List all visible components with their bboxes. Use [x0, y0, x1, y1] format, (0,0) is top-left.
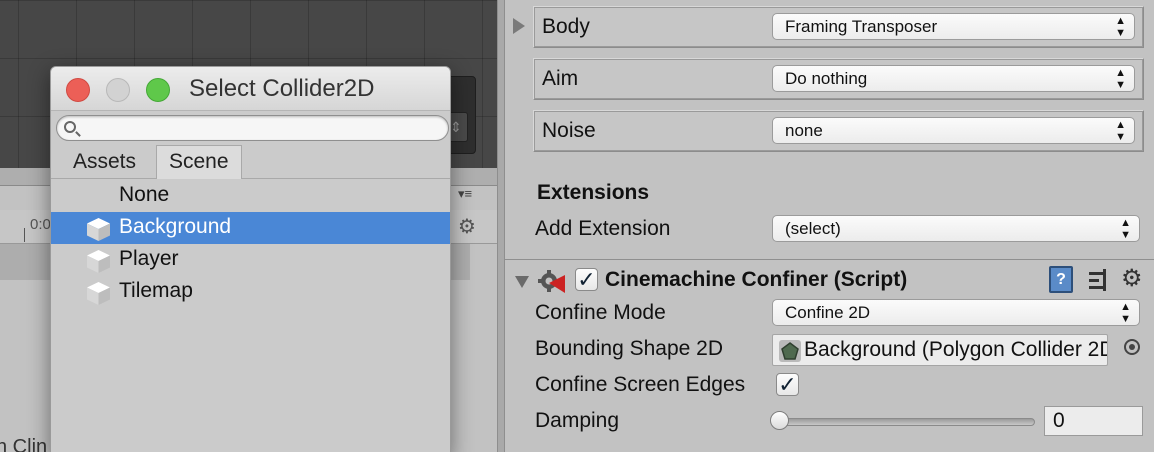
list-item-background[interactable]: Background — [51, 212, 450, 244]
script-component-icon — [538, 270, 565, 293]
dropdown-value: Confine 2D — [785, 303, 871, 322]
list-item-none[interactable]: None — [51, 180, 450, 212]
dropdown-arrows-icon: ▲ ▼ — [1115, 15, 1126, 39]
list-item-label: Player — [119, 247, 179, 270]
pipeline-row-aim: Aim Do nothing ▲ ▼ — [533, 58, 1144, 100]
pipeline-label: Aim — [542, 67, 579, 90]
tab-divider — [51, 178, 450, 179]
aim-dropdown[interactable]: Do nothing ▲ ▼ — [772, 65, 1135, 92]
body-dropdown[interactable]: Framing Transposer ▲ ▼ — [772, 13, 1135, 40]
component-title: Cinemachine Confiner (Script) — [605, 268, 908, 291]
dropdown-arrows-icon: ▲ ▼ — [1120, 217, 1131, 241]
zoom-button[interactable] — [146, 78, 170, 102]
close-button[interactable] — [66, 78, 90, 102]
dropdown-arrows-icon: ▲ ▼ — [1120, 301, 1131, 325]
panel-menu-icon[interactable]: ▾≡ — [458, 186, 472, 202]
select-collider-window: Select Collider2D Assets Scene None Back… — [50, 66, 451, 452]
inspector-panel: Body Framing Transposer ▲ ▼ Aim Do nothin… — [505, 0, 1154, 452]
confine-screen-edges-checkbox[interactable]: ✓ — [776, 373, 799, 396]
help-icon[interactable]: ? — [1049, 266, 1073, 293]
minimize-button[interactable] — [106, 78, 130, 102]
object-picker-icon[interactable] — [1124, 339, 1140, 355]
tab-scene[interactable]: Scene — [156, 145, 242, 179]
preset-settings-icon[interactable] — [1087, 268, 1109, 292]
search-icon — [64, 121, 76, 133]
dropdown-arrows-icon: ▲ ▼ — [1115, 67, 1126, 91]
cube-icon — [87, 218, 110, 241]
dropdown-value: (select) — [785, 219, 841, 238]
list-item-label: None — [119, 183, 170, 206]
damping-slider-track[interactable] — [778, 418, 1035, 426]
dropdown-arrows-icon: ▲ ▼ — [1115, 119, 1126, 143]
dropdown-value: Framing Transposer — [785, 17, 938, 36]
extensions-header: Extensions — [537, 181, 650, 204]
timeline-clip-label: n Clin — [0, 436, 48, 452]
pipeline-label: Body — [542, 15, 590, 38]
ruler-tick — [24, 228, 25, 242]
confine-mode-label: Confine Mode — [535, 301, 666, 324]
polygon-collider-icon — [779, 340, 801, 362]
timeline-gear-icon[interactable]: ⚙ — [458, 214, 476, 239]
component-enabled-checkbox[interactable]: ✓ — [575, 268, 598, 291]
dropdown-value: Do nothing — [785, 69, 868, 88]
cube-icon — [87, 250, 110, 273]
search-input[interactable] — [56, 115, 449, 141]
confiner-foldout-icon[interactable] — [515, 276, 529, 288]
bounding-shape-value: Background (Polygon Collider 2D) — [804, 338, 1108, 361]
bounding-shape-field[interactable]: Background (Polygon Collider 2D) — [772, 334, 1108, 366]
damping-input[interactable]: 0 — [1044, 406, 1143, 436]
panel-splitter[interactable] — [497, 0, 505, 452]
body-foldout-icon[interactable] — [513, 18, 525, 34]
component-gear-icon[interactable]: ⚙ — [1121, 264, 1143, 293]
ruler-label: 0:0 — [30, 216, 51, 233]
pipeline-label: Noise — [542, 119, 596, 142]
confine-mode-dropdown[interactable]: Confine 2D ▲ ▼ — [772, 299, 1140, 326]
cube-icon — [87, 282, 110, 305]
list-item-tilemap[interactable]: Tilemap — [51, 276, 450, 308]
window-title: Select Collider2D — [189, 75, 375, 102]
add-extension-dropdown[interactable]: (select) ▲ ▼ — [772, 215, 1140, 242]
confine-screen-edges-label: Confine Screen Edges — [535, 373, 746, 396]
list-item-player[interactable]: Player — [51, 244, 450, 276]
noise-dropdown[interactable]: none ▲ ▼ — [772, 117, 1135, 144]
damping-slider-thumb[interactable] — [770, 411, 789, 430]
list-item-label: Background — [119, 215, 232, 238]
list-item-label: Tilemap — [119, 279, 193, 302]
bounding-shape-label: Bounding Shape 2D — [535, 337, 723, 360]
window-titlebar[interactable]: Select Collider2D — [51, 67, 450, 111]
tab-assets[interactable]: Assets — [65, 147, 144, 179]
damping-label: Damping — [535, 409, 620, 432]
pipeline-row-noise: Noise none ▲ ▼ — [533, 110, 1144, 152]
pipeline-row-body: Body Framing Transposer ▲ ▼ — [533, 6, 1144, 48]
add-extension-label: Add Extension — [535, 217, 671, 240]
dropdown-value: none — [785, 121, 823, 140]
